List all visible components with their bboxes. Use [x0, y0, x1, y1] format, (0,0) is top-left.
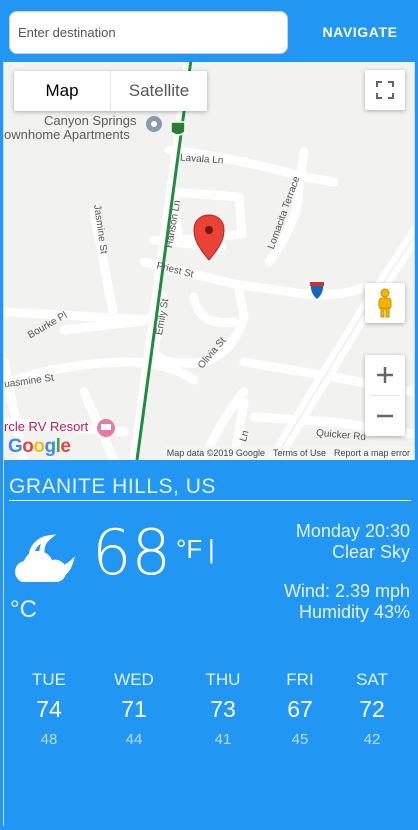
poi-canyon-springs: Canyon Springs	[44, 113, 137, 128]
route-8-shield	[170, 121, 186, 136]
zoom-in-button[interactable]	[365, 355, 405, 395]
location-marker[interactable]	[193, 214, 225, 261]
weather-panel: GRANITE HILLS, US 68 °F | °C Monday 20:3…	[3, 460, 414, 826]
forecast-day: TUE 74 48	[14, 670, 84, 748]
map-data-attribution: Map data ©2019 Google	[162, 446, 269, 460]
current-datetime: Monday 20:30	[295, 521, 410, 541]
forecast-day: THU 73 41	[188, 670, 258, 748]
forecast-low: 44	[125, 731, 143, 748]
forecast-day: FRI 67 45	[265, 670, 335, 748]
poi-rv-resort: rcle RV Resort	[4, 419, 89, 434]
current-temperature: 68	[92, 516, 171, 589]
zoom-out-button[interactable]	[365, 396, 405, 436]
plus-icon	[377, 367, 393, 383]
navigate-button[interactable]: NAVIGATE	[308, 14, 412, 50]
fahrenheit-toggle[interactable]: °F	[176, 534, 202, 565]
unit-separator: |	[208, 534, 215, 564]
forecast-day-name: SAT	[356, 670, 388, 689]
partly-cloudy-night-icon	[15, 534, 76, 582]
forecast-high: 74	[36, 696, 62, 722]
map-type-satellite-button[interactable]: Satellite	[111, 71, 207, 111]
destination-input[interactable]	[9, 11, 288, 54]
forecast-high: 73	[210, 696, 236, 722]
street-view-pegman-button[interactable]	[365, 283, 405, 323]
forecast-day-name: WED	[114, 670, 154, 689]
forecast-high: 72	[359, 696, 385, 722]
map-type-control: Map Satellite	[14, 71, 207, 111]
forecast-high: 67	[287, 696, 313, 722]
forecast-day-name: TUE	[32, 670, 66, 689]
terms-of-use-link[interactable]: Terms of Use	[268, 446, 330, 460]
fullscreen-icon	[376, 81, 394, 99]
forecast-low: 45	[291, 731, 309, 748]
forecast-low: 42	[363, 731, 381, 748]
map-attribution: Map data ©2019 Google Terms of Use Repor…	[4, 446, 414, 460]
minus-icon	[377, 414, 393, 418]
forecast-list: TUE 74 48 WED 71 44 THU 73 41 FRI 67 45 …	[4, 670, 414, 750]
forecast-day: SAT 72 42	[337, 670, 407, 748]
current-condition: Clear Sky	[331, 542, 410, 562]
humidity: Humidity 43%	[298, 602, 410, 622]
forecast-day: WED 71 44	[99, 670, 169, 748]
forecast-high: 71	[121, 696, 147, 722]
pegman-icon	[378, 288, 392, 318]
zoom-control	[365, 355, 405, 436]
wind-speed: Wind: 2.39 mph	[283, 581, 410, 601]
forecast-low: 41	[214, 731, 232, 748]
poi-canyon-springs-line2: ownhome Apartments	[4, 127, 130, 142]
top-bar: NAVIGATE	[0, 0, 418, 62]
celsius-toggle[interactable]: °C	[10, 596, 37, 624]
forecast-day-name: THU	[205, 670, 241, 689]
map-type-map-button[interactable]: Map	[14, 71, 110, 111]
forecast-low: 48	[40, 731, 58, 748]
forecast-day-name: FRI	[286, 670, 314, 689]
report-map-error-link[interactable]: Report a map error	[329, 446, 414, 460]
location-title: GRANITE HILLS, US	[9, 474, 411, 501]
fullscreen-button[interactable]	[365, 70, 405, 110]
map-view[interactable]: Canyon Springs ownhome Apartments rcle R…	[3, 62, 415, 460]
